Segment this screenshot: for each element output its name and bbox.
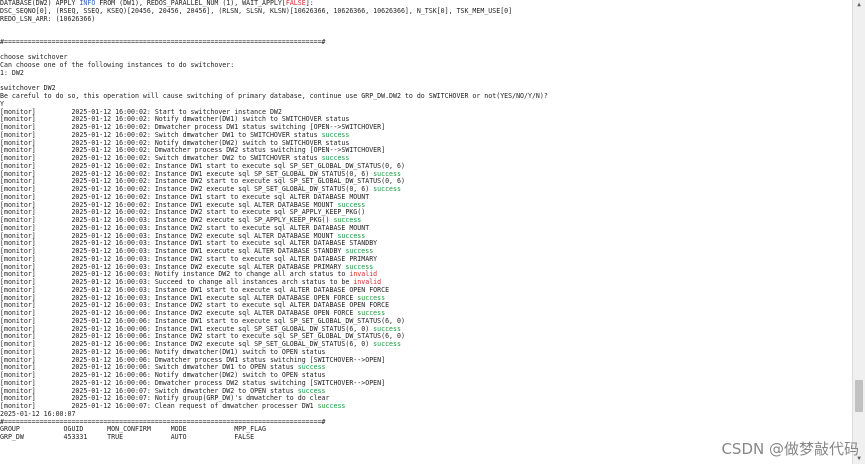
terminal-line: [monitor] 2025-01-12 16:00:07: Clean req… (0, 402, 853, 411)
line-text: Be careful to do so, this operation will… (0, 92, 548, 100)
status-green-text: success (317, 402, 346, 410)
terminal-line: 1: DW2 (0, 68, 853, 78)
line-text: Can choose one of the following instance… (0, 61, 235, 69)
watermark-text: CSDN @做梦敲代码 (721, 440, 859, 458)
terminal-line: #=======================================… (0, 37, 853, 47)
scroll-thumb[interactable] (855, 380, 863, 412)
line-text: GRP_DW 453331 TRUE AUTO FALSE (0, 433, 255, 441)
terminal-line: Be careful to do so, this operation will… (0, 92, 853, 101)
terminal-output[interactable]: DATABASE(DW2) APPLY INFO FROM (DW1), RED… (0, 0, 853, 464)
line-text: 1: DW2 (0, 68, 24, 77)
terminal-line: REDO_LSN_ARR: (10626366) (0, 14, 853, 24)
line-text: #=======================================… (0, 37, 326, 46)
terminal-line: DSC_SEQNO[0], (RSEQ, SSEQ, KSEQ)[20456, … (0, 7, 853, 16)
status-green-text: success (373, 340, 401, 348)
status-green-text: success (373, 185, 401, 193)
vertical-scrollbar[interactable]: ▲ ▼ (852, 0, 865, 464)
scroll-up-arrow-icon[interactable]: ▲ (853, 0, 865, 10)
line-text: REDO_LSN_ARR: (10626366) (0, 14, 96, 23)
terminal-line: Can choose one of the following instance… (0, 61, 853, 70)
